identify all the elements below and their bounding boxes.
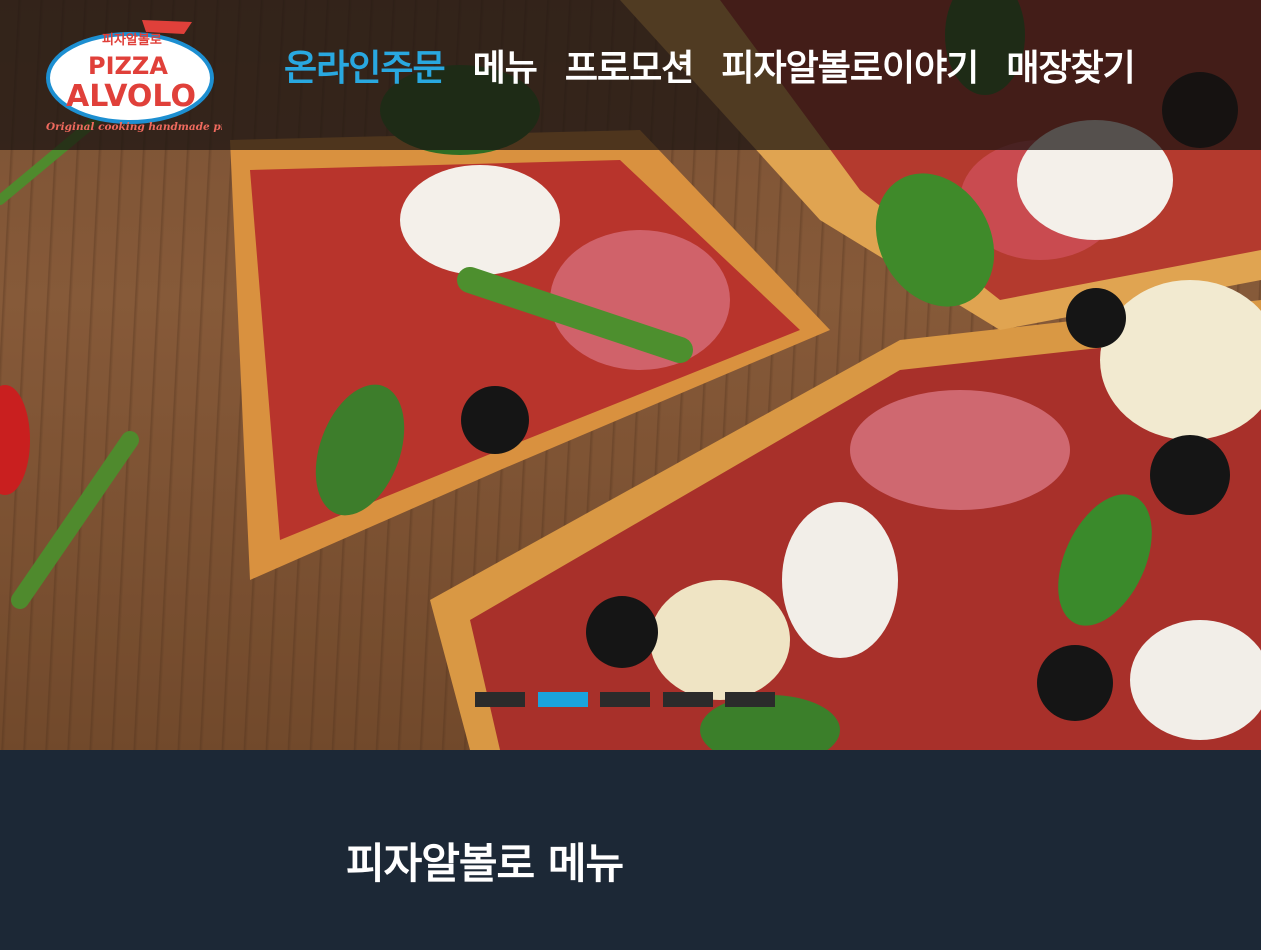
main-nav: 온라인주문 메뉴 프로모션 피자알볼로이야기 매장찾기 bbox=[284, 47, 1163, 91]
nav-store-locator[interactable]: 매장찾기 bbox=[1006, 47, 1135, 91]
nav-menu[interactable]: 메뉴 bbox=[473, 47, 538, 91]
menu-section-title: 피자알볼로 메뉴 bbox=[346, 839, 624, 888]
menu-section: 피자알볼로 메뉴 bbox=[0, 750, 1261, 950]
svg-text:Original cooking handmade pizz: Original cooking handmade pizza bbox=[46, 121, 222, 133]
nav-online-order[interactable]: 온라인주문 bbox=[284, 47, 446, 91]
nav-story[interactable]: 피자알볼로이야기 bbox=[721, 47, 979, 91]
slider-dot-2[interactable] bbox=[537, 692, 588, 707]
slider-dot-3[interactable] bbox=[600, 692, 650, 707]
svg-text:ALVOLO: ALVOLO bbox=[66, 79, 196, 114]
slider-dot-4[interactable] bbox=[662, 692, 713, 707]
site-header: 피자알볼로 PIZZA ALVOLO Original cooking hand… bbox=[0, 0, 1261, 150]
nav-promotion[interactable]: 프로모션 bbox=[565, 47, 694, 91]
hero-slider: 피자알볼로 PIZZA ALVOLO Original cooking hand… bbox=[0, 0, 1261, 750]
slider-dot-1[interactable] bbox=[475, 692, 525, 707]
svg-text:PIZZA: PIZZA bbox=[88, 52, 168, 80]
pizza-alvolo-logo[interactable]: 피자알볼로 PIZZA ALVOLO Original cooking hand… bbox=[42, 14, 222, 136]
slider-pagination bbox=[475, 692, 788, 707]
slider-dot-5[interactable] bbox=[725, 692, 775, 707]
svg-text:피자알볼로: 피자알볼로 bbox=[102, 33, 162, 48]
